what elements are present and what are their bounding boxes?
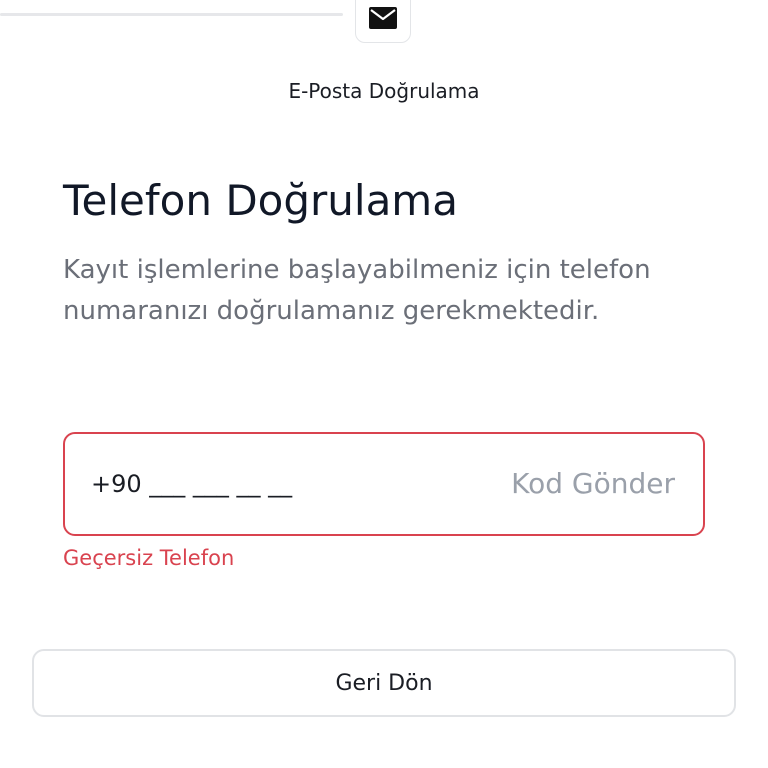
step-label: E-Posta Doğrulama [288, 79, 480, 103]
phone-input-value[interactable]: +90 ___ ___ __ __ [91, 470, 292, 498]
envelope-icon [369, 6, 397, 33]
phone-error-message: Geçersiz Telefon [63, 546, 235, 570]
page-title: Telefon Doğrulama [63, 176, 458, 225]
phone-verification-screen: E-Posta Doğrulama Telefon Doğrulama Kayı… [0, 0, 768, 768]
back-button[interactable]: Geri Dön [32, 649, 736, 717]
progress-track [0, 13, 343, 16]
phone-input[interactable]: +90 ___ ___ __ __ Kod Gönder [63, 432, 705, 536]
step-icon-container [355, 0, 411, 43]
page-description: Kayıt işlemlerine başlayabilmeniz için t… [63, 255, 651, 326]
send-code-button[interactable]: Kod Gönder [511, 467, 675, 500]
